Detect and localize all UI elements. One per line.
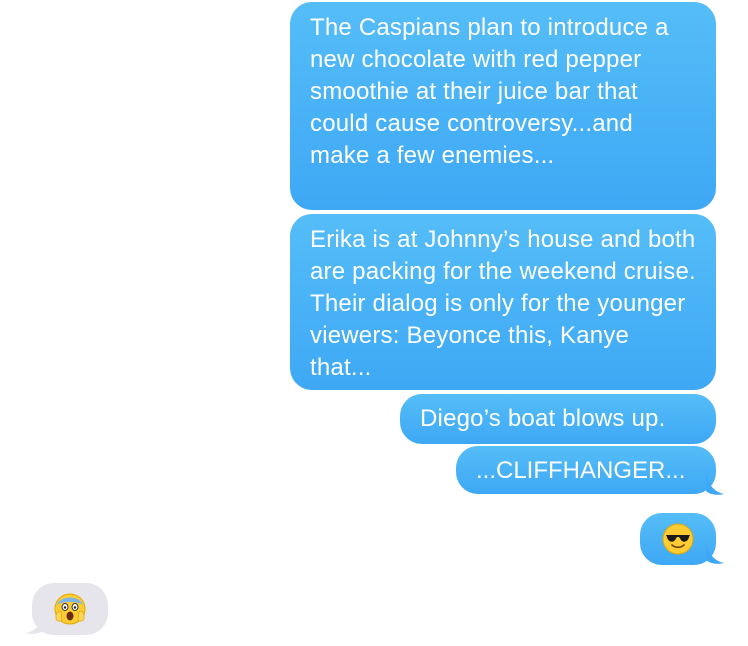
screaming-face-icon [54, 593, 86, 625]
message-text: ...CLIFFHANGER... [476, 457, 686, 484]
message-thread: The Caspians plan to introduce a new cho… [0, 0, 748, 646]
sent-message-bubble[interactable]: The Caspians plan to introduce a new cho… [290, 2, 716, 210]
message-text: Erika is at Johnny’s house and both are … [310, 226, 696, 381]
received-emoji-bubble[interactable] [32, 583, 108, 635]
sent-message-bubble[interactable]: Diego’s boat blows up. [400, 394, 716, 444]
message-text: Diego’s boat blows up. [420, 405, 666, 432]
sent-message-bubble[interactable]: ...CLIFFHANGER... [456, 446, 716, 494]
bubble-tail [706, 543, 724, 564]
sunglasses-face-icon [662, 523, 694, 555]
sent-message-bubble[interactable]: Erika is at Johnny’s house and both are … [290, 214, 716, 390]
message-text: The Caspians plan to introduce a new cho… [310, 14, 669, 169]
sent-emoji-bubble[interactable] [640, 513, 716, 565]
bubble-tail [706, 474, 724, 495]
